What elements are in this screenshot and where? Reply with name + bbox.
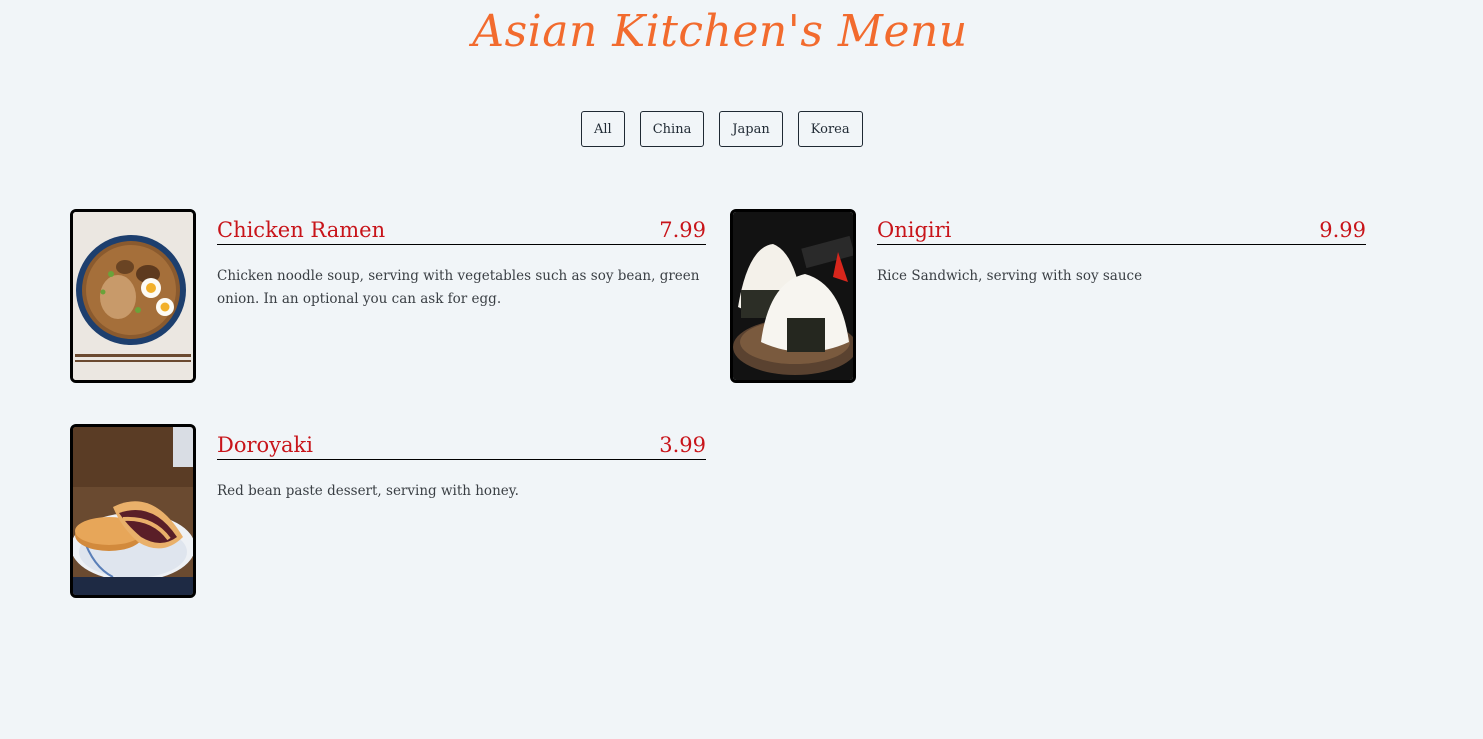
- filter-all-button[interactable]: All: [581, 111, 625, 147]
- dorayaki-image: [70, 424, 196, 598]
- item-header: Chicken Ramen 7.99: [217, 209, 706, 245]
- item-price: 3.99: [659, 433, 706, 457]
- item-name: Onigiri: [877, 218, 952, 242]
- item-name: Chicken Ramen: [217, 218, 386, 242]
- ramen-image: [70, 209, 196, 383]
- page-title: Asian Kitchen's Menu: [472, 6, 968, 57]
- filter-japan-button[interactable]: Japan: [719, 111, 783, 147]
- item-info: Onigiri 9.99 Rice Sandwich, serving with…: [877, 209, 1366, 288]
- filter-china-button[interactable]: China: [639, 111, 705, 147]
- item-description: Chicken noodle soup, serving with vegeta…: [217, 268, 700, 307]
- item-header: Onigiri 9.99: [877, 209, 1366, 245]
- item-header: Doroyaki 3.99: [217, 424, 706, 460]
- item-price: 9.99: [1319, 218, 1366, 242]
- filter-korea-button[interactable]: Korea: [797, 111, 863, 147]
- menu-item: Doroyaki 3.99 Red bean paste dessert, se…: [70, 424, 706, 599]
- item-info: Doroyaki 3.99 Red bean paste dessert, se…: [217, 424, 706, 503]
- onigiri-image: [730, 209, 856, 383]
- menu-item: Chicken Ramen 7.99 Chicken noodle soup, …: [70, 209, 706, 384]
- item-name: Doroyaki: [217, 433, 313, 457]
- filter-bar: All China Japan Korea: [581, 111, 863, 147]
- item-description: Red bean paste dessert, serving with hon…: [217, 483, 519, 499]
- item-description: Rice Sandwich, serving with soy sauce: [877, 268, 1143, 284]
- menu-item: Onigiri 9.99 Rice Sandwich, serving with…: [730, 209, 1366, 384]
- item-info: Chicken Ramen 7.99 Chicken noodle soup, …: [217, 209, 706, 311]
- item-price: 7.99: [659, 218, 706, 242]
